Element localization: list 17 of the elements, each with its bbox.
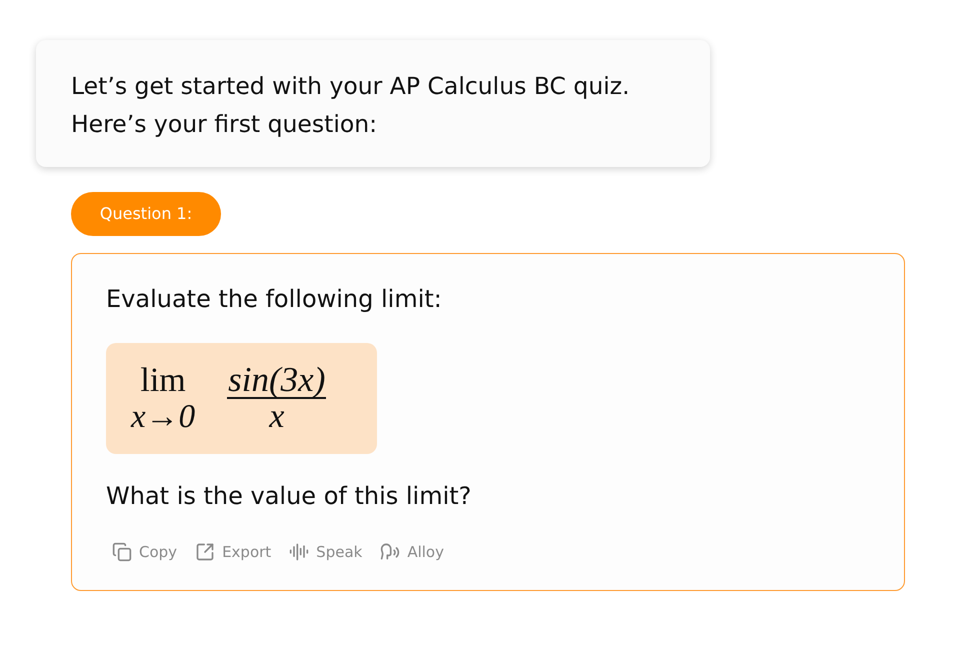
limit-operator: lim <box>140 362 186 398</box>
message-text: Let’s get started with your AP Calculus BC quiz. <box>71 71 630 102</box>
fraction-numerator: sin(3x) <box>227 362 326 396</box>
followup-question: What is the value of this limit? <box>106 481 472 511</box>
fraction-denominator: x <box>269 398 284 434</box>
sound-wave-icon <box>289 542 310 562</box>
question-badge: Question 1: <box>71 192 221 236</box>
copy-icon <box>112 542 132 562</box>
message-text: Here’s your first question: <box>71 109 378 140</box>
question-prompt: Evaluate the following limit: <box>106 284 442 314</box>
export-icon <box>195 542 216 562</box>
speak-button[interactable]: Speak <box>289 541 362 564</box>
export-button[interactable]: Export <box>195 541 272 564</box>
copy-button[interactable]: Copy <box>112 541 178 564</box>
speaking-head-icon <box>380 542 400 562</box>
limit-subscript: x→0 <box>131 398 196 434</box>
voice-button[interactable]: Alloy <box>380 541 444 564</box>
